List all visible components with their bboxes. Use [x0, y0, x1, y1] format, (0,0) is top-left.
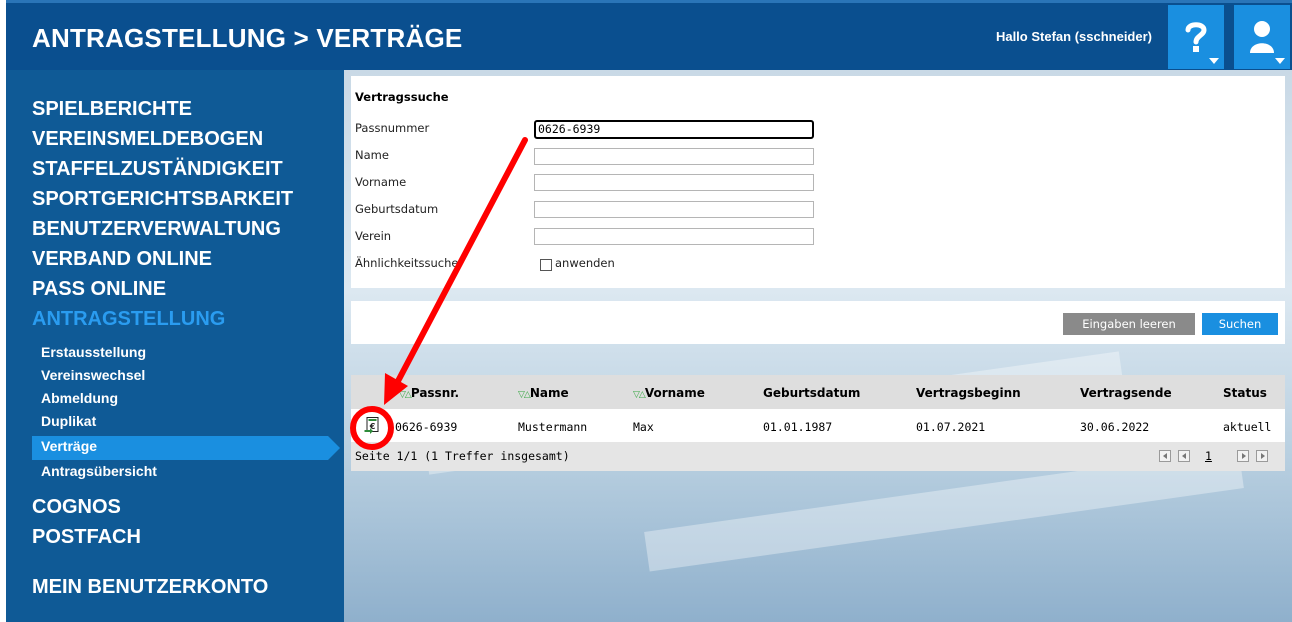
cell-passnr: 0626-6939 — [395, 420, 458, 434]
vorname-input[interactable] — [534, 174, 814, 191]
sidebar-item-antragstellung[interactable]: ANTRAGSTELLUNG — [32, 308, 225, 331]
sidebar-item-mein-benutzerkonto[interactable]: MEIN BENUTZERKONTO — [32, 576, 268, 599]
sort-icon: ▽△ — [633, 390, 646, 400]
active-item-arrow-icon — [328, 436, 340, 460]
sort-icon: ▽△ — [518, 390, 531, 400]
column-header-vertragsende: Vertragsende — [1080, 386, 1172, 400]
passnummer-input[interactable]: 0626-6939 — [534, 120, 814, 139]
geburtsdatum-input[interactable] — [534, 201, 814, 218]
chevron-down-icon — [1209, 58, 1219, 64]
sidebar-subitem-duplikat[interactable]: Duplikat — [41, 413, 96, 429]
name-label: Name — [355, 148, 389, 162]
question-mark-icon — [1185, 22, 1207, 52]
app-page: ANTRAGSTELLUNG > VERTRÄGE Hallo Stefan (… — [6, 0, 1292, 622]
cell-status: aktuell — [1223, 420, 1272, 434]
last-page-icon[interactable] — [1256, 450, 1268, 462]
contract-document-icon[interactable]: € — [364, 417, 379, 434]
column-header-geburtsdatum: Geburtsdatum — [763, 386, 861, 400]
contract-search-form: Vertragssuche Passnummer 0626-6939 Name … — [351, 76, 1285, 288]
column-header-vertragsbeginn: Vertragsbeginn — [916, 386, 1021, 400]
user-menu-button[interactable] — [1234, 5, 1290, 69]
chevron-down-icon — [1275, 58, 1285, 64]
main-content: Vertragssuche Passnummer 0626-6939 Name … — [344, 70, 1292, 622]
sidebar-item-cognos[interactable]: COGNOS — [32, 496, 121, 519]
verein-input[interactable] — [534, 228, 814, 245]
geburtsdatum-label: Geburtsdatum — [355, 202, 439, 216]
clear-inputs-button[interactable]: Eingaben leeren — [1063, 313, 1195, 335]
cell-name: Mustermann — [518, 420, 588, 434]
column-header-name[interactable]: ▽△Name — [518, 386, 569, 400]
cell-geburtsdatum: 01.01.1987 — [763, 420, 833, 434]
sidebar-subitem-vertraege[interactable]: Verträge — [41, 438, 97, 454]
search-form-title: Vertragssuche — [355, 90, 449, 104]
similarity-search-checkbox[interactable] — [540, 259, 552, 271]
pagination-summary: Seite 1/1 (1 Treffer insgesamt) — [355, 449, 570, 463]
sidebar: SPIELBERICHTE VEREINSMELDEBOGEN STAFFELZ… — [6, 70, 344, 622]
prev-page-icon[interactable] — [1178, 450, 1190, 462]
sidebar-item-postfach[interactable]: POSTFACH — [32, 526, 141, 549]
sidebar-subitem-vereinswechsel[interactable]: Vereinswechsel — [41, 367, 145, 383]
table-row[interactable]: € 0626-6939 Mustermann Max 01.01.1987 01… — [351, 409, 1285, 442]
first-page-icon[interactable] — [1159, 450, 1171, 462]
column-header-status: Status — [1223, 386, 1267, 400]
vorname-label: Vorname — [355, 175, 407, 189]
similarity-search-label: Ähnlichkeitssuche — [355, 256, 459, 270]
page-number-link[interactable]: 1 — [1205, 449, 1212, 463]
next-page-icon[interactable] — [1237, 450, 1249, 462]
sort-icon: ▽△ — [399, 390, 412, 400]
column-header-vorname[interactable]: ▽△Vorname — [633, 386, 705, 400]
verein-label: Verein — [355, 229, 392, 243]
table-header: ▽△Passnr. ▽△Name ▽△Vorname Geburtsdatum … — [351, 375, 1285, 409]
column-header-passnr[interactable]: ▽△Passnr. — [399, 386, 459, 400]
results-table: ▽△Passnr. ▽△Name ▽△Vorname Geburtsdatum … — [351, 375, 1285, 471]
search-button[interactable]: Suchen — [1202, 313, 1278, 335]
user-icon — [1250, 21, 1274, 53]
top-header: ANTRAGSTELLUNG > VERTRÄGE Hallo Stefan (… — [6, 0, 1292, 70]
svg-text:€: € — [369, 422, 376, 431]
name-input[interactable] — [534, 148, 814, 165]
sidebar-item-staffelzustaendigkeit[interactable]: STAFFELZUSTÄNDIGKEIT — [32, 158, 283, 181]
passnummer-label: Passnummer — [355, 121, 430, 135]
cell-vertragsbeginn: 01.07.2021 — [916, 420, 986, 434]
sidebar-item-sportgerichtsbarkeit[interactable]: SPORTGERICHTSBARKEIT — [32, 188, 293, 211]
help-button[interactable] — [1168, 5, 1224, 69]
sidebar-item-spielberichte[interactable]: SPIELBERICHTE — [32, 98, 192, 121]
sidebar-subitem-abmeldung[interactable]: Abmeldung — [41, 390, 118, 406]
sidebar-item-pass-online[interactable]: PASS ONLINE — [32, 278, 166, 301]
pagination-bar: Seite 1/1 (1 Treffer insgesamt) 1 — [351, 442, 1285, 471]
cell-vorname: Max — [633, 420, 654, 434]
sidebar-subitem-antragsuebersicht[interactable]: Antragsübersicht — [41, 463, 157, 479]
cell-vertragsende: 30.06.2022 — [1080, 420, 1150, 434]
similarity-checkbox-label[interactable]: anwenden — [555, 256, 615, 270]
sidebar-item-benutzerverwaltung[interactable]: BENUTZERVERWALTUNG — [32, 218, 281, 241]
user-greeting: Hallo Stefan (sschneider) — [995, 29, 1152, 44]
sidebar-item-verband-online[interactable]: VERBAND ONLINE — [32, 248, 212, 271]
page-title: ANTRAGSTELLUNG > VERTRÄGE — [32, 23, 463, 53]
sidebar-subitem-erstausstellung[interactable]: Erstausstellung — [41, 344, 146, 360]
sidebar-item-vereinsmeldebogen[interactable]: VEREINSMELDEBOGEN — [32, 128, 263, 151]
form-action-bar: Eingaben leeren Suchen — [351, 301, 1285, 344]
